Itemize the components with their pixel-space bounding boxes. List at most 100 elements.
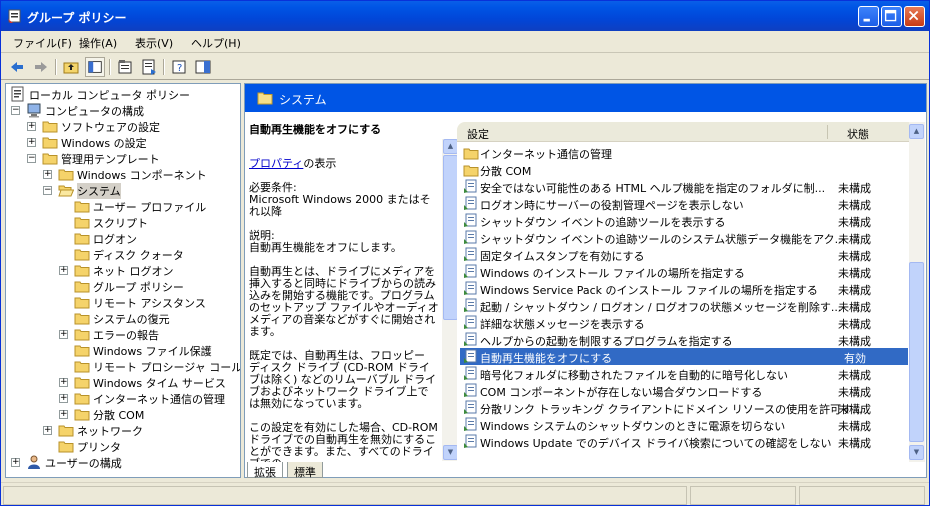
tree-node-label: グループ ポリシー: [93, 281, 184, 294]
expand-icon[interactable]: +: [43, 170, 52, 179]
tree-node-label: システムの復元: [93, 313, 170, 326]
folder-icon: [74, 214, 90, 230]
settings-list: 設定 状態 インターネット通信の管理 分散 COM 安全ではない可能性のある HTM…: [457, 122, 925, 462]
policy-icon: [463, 298, 479, 313]
list-item[interactable]: 自動再生機能をオフにする 有効: [460, 348, 908, 365]
show-tree-icon[interactable]: [85, 57, 105, 77]
properties-icon[interactable]: [115, 57, 135, 77]
setting-name: COM コンポーネントが存在しない場合ダウンロードする: [480, 386, 763, 399]
expand-icon[interactable]: +: [43, 426, 52, 435]
menu-help[interactable]: ヘルプ(H): [191, 35, 241, 51]
folder-icon: [74, 262, 90, 278]
folder-icon: [74, 374, 90, 390]
collapse-icon[interactable]: −: [43, 186, 52, 195]
list-item[interactable]: 分散リンク トラッキング クライアントにドメイン リソースの使用を許可す... 未…: [460, 399, 908, 416]
policy-icon: [463, 332, 479, 347]
menu-action[interactable]: 操作(A): [79, 35, 117, 51]
expand-icon[interactable]: +: [59, 394, 68, 403]
show-hide-action-icon[interactable]: [193, 57, 213, 77]
policy-icon: [463, 281, 479, 296]
policy-icon: [463, 349, 479, 364]
expand-icon[interactable]: +: [27, 122, 36, 131]
close-button[interactable]: [904, 6, 925, 27]
list-item[interactable]: Windows のインストール ファイルの場所を指定する 未構成: [460, 263, 908, 280]
scroll-up-icon[interactable]: ▲: [909, 124, 924, 139]
list-item[interactable]: インターネット通信の管理: [460, 144, 908, 161]
user-icon: [26, 454, 42, 470]
setting-name: 固定タイムスタンプを有効にする: [480, 250, 645, 263]
list-item[interactable]: シャットダウン イベントの追跡ツールのシステム状態データ機能をアク... 未構成: [460, 229, 908, 246]
expand-icon[interactable]: +: [59, 266, 68, 275]
svg-text:?: ?: [177, 63, 182, 74]
export-list-icon[interactable]: [139, 57, 159, 77]
list-scrollbar[interactable]: ▲ ▼: [909, 122, 925, 462]
scroll-down-icon[interactable]: ▼: [443, 445, 458, 460]
tree-node-label: インターネット通信の管理: [93, 393, 225, 406]
tab-extended[interactable]: 拡張: [247, 462, 283, 479]
list-item[interactable]: 起動 / シャットダウン / ログオン / ログオフの状態メッセージを削除す..…: [460, 297, 908, 314]
scroll-thumb[interactable]: [909, 262, 924, 442]
list-item[interactable]: 詳細な状態メッセージを表示する 未構成: [460, 314, 908, 331]
list-item[interactable]: シャットダウン イベントの追跡ツールを表示する 未構成: [460, 212, 908, 229]
computer-icon: [26, 102, 42, 118]
policy-icon: [463, 247, 479, 262]
list-item[interactable]: Windows Update でのデバイス ドライバ検索についての確認をしない未…: [460, 433, 908, 450]
column-state[interactable]: 状態: [847, 126, 869, 142]
expand-icon[interactable]: +: [27, 138, 36, 147]
up-folder-icon[interactable]: [61, 57, 81, 77]
console-tree: ローカル コンピュータ ポリシー − コンピュータの構成 + ソフトウェアの設定 + Win…: [5, 83, 241, 478]
tree-node-label: ディスク クォータ: [93, 249, 184, 262]
folder-icon: [74, 310, 90, 326]
setting-state: 未構成: [838, 284, 871, 297]
setting-state: 未構成: [838, 199, 871, 212]
expand-icon[interactable]: +: [59, 378, 68, 387]
folder-icon: [58, 438, 74, 454]
list-item[interactable]: 暗号化フォルダに移動されたファイルを自動的に暗号化しない 未構成: [460, 365, 908, 382]
folder-open-icon: [58, 182, 75, 198]
policy-icon: [463, 196, 479, 211]
policy-icon: [463, 434, 479, 449]
scroll-thumb[interactable]: [443, 155, 458, 320]
minimize-button[interactable]: [858, 6, 879, 27]
list-item[interactable]: 固定タイムスタンプを有効にする 未構成: [460, 246, 908, 263]
folder-icon: [42, 134, 58, 150]
expand-icon[interactable]: +: [59, 330, 68, 339]
collapse-icon[interactable]: −: [27, 154, 36, 163]
list-item[interactable]: Windows システムのシャットダウンのときに電源を切らない 未構成: [460, 416, 908, 433]
folder-icon: [463, 145, 479, 160]
setting-state: 未構成: [838, 301, 871, 314]
setting-state: 未構成: [838, 318, 871, 331]
expand-icon[interactable]: +: [59, 410, 68, 419]
list-item[interactable]: Windows Service Pack のインストール ファイルの場所を指定す…: [460, 280, 908, 297]
folder-open-icon: [257, 92, 273, 105]
tree-node-label: ネット ログオン: [93, 265, 174, 278]
forward-icon[interactable]: [31, 57, 51, 77]
tab-standard[interactable]: 標準: [287, 462, 323, 479]
expand-icon[interactable]: +: [11, 458, 20, 467]
folder-icon: [42, 118, 58, 134]
title-bar[interactable]: グループ ポリシー: [1, 1, 929, 31]
column-divider[interactable]: [827, 125, 828, 139]
window-title: グループ ポリシー: [27, 11, 127, 25]
folder-icon: [74, 198, 90, 214]
list-item[interactable]: ログオン時にサーバーの役割管理ページを表示しない 未構成: [460, 195, 908, 212]
list-item[interactable]: 分散 COM: [460, 161, 908, 178]
setting-name: 安全ではない可能性のある HTML ヘルプ機能を指定のフォルダに制...: [480, 182, 826, 195]
help-icon[interactable]: ?: [169, 57, 189, 77]
policy-icon: [463, 179, 479, 194]
list-item[interactable]: ヘルプからの起動を制限するプログラムを指定する 未構成: [460, 331, 908, 348]
collapse-icon[interactable]: −: [11, 106, 20, 115]
list-item[interactable]: 安全ではない可能性のある HTML ヘルプ機能を指定のフォルダに制... 未構成: [460, 178, 908, 195]
list-item[interactable]: COM コンポーネントが存在しない場合ダウンロードする 未構成: [460, 382, 908, 399]
scroll-up-icon[interactable]: ▲: [443, 139, 458, 154]
setting-state: 未構成: [838, 182, 871, 195]
menu-view[interactable]: 表示(V): [135, 35, 173, 51]
scroll-down-icon[interactable]: ▼: [909, 445, 924, 460]
setting-state: 未構成: [838, 420, 871, 433]
menu-file[interactable]: ファイル(F): [13, 35, 72, 51]
setting-name: Windows のインストール ファイルの場所を指定する: [480, 267, 745, 280]
back-icon[interactable]: [7, 57, 27, 77]
column-setting[interactable]: 設定: [467, 126, 489, 142]
maximize-button[interactable]: [881, 6, 902, 27]
properties-link[interactable]: プロパティ: [249, 157, 303, 170]
